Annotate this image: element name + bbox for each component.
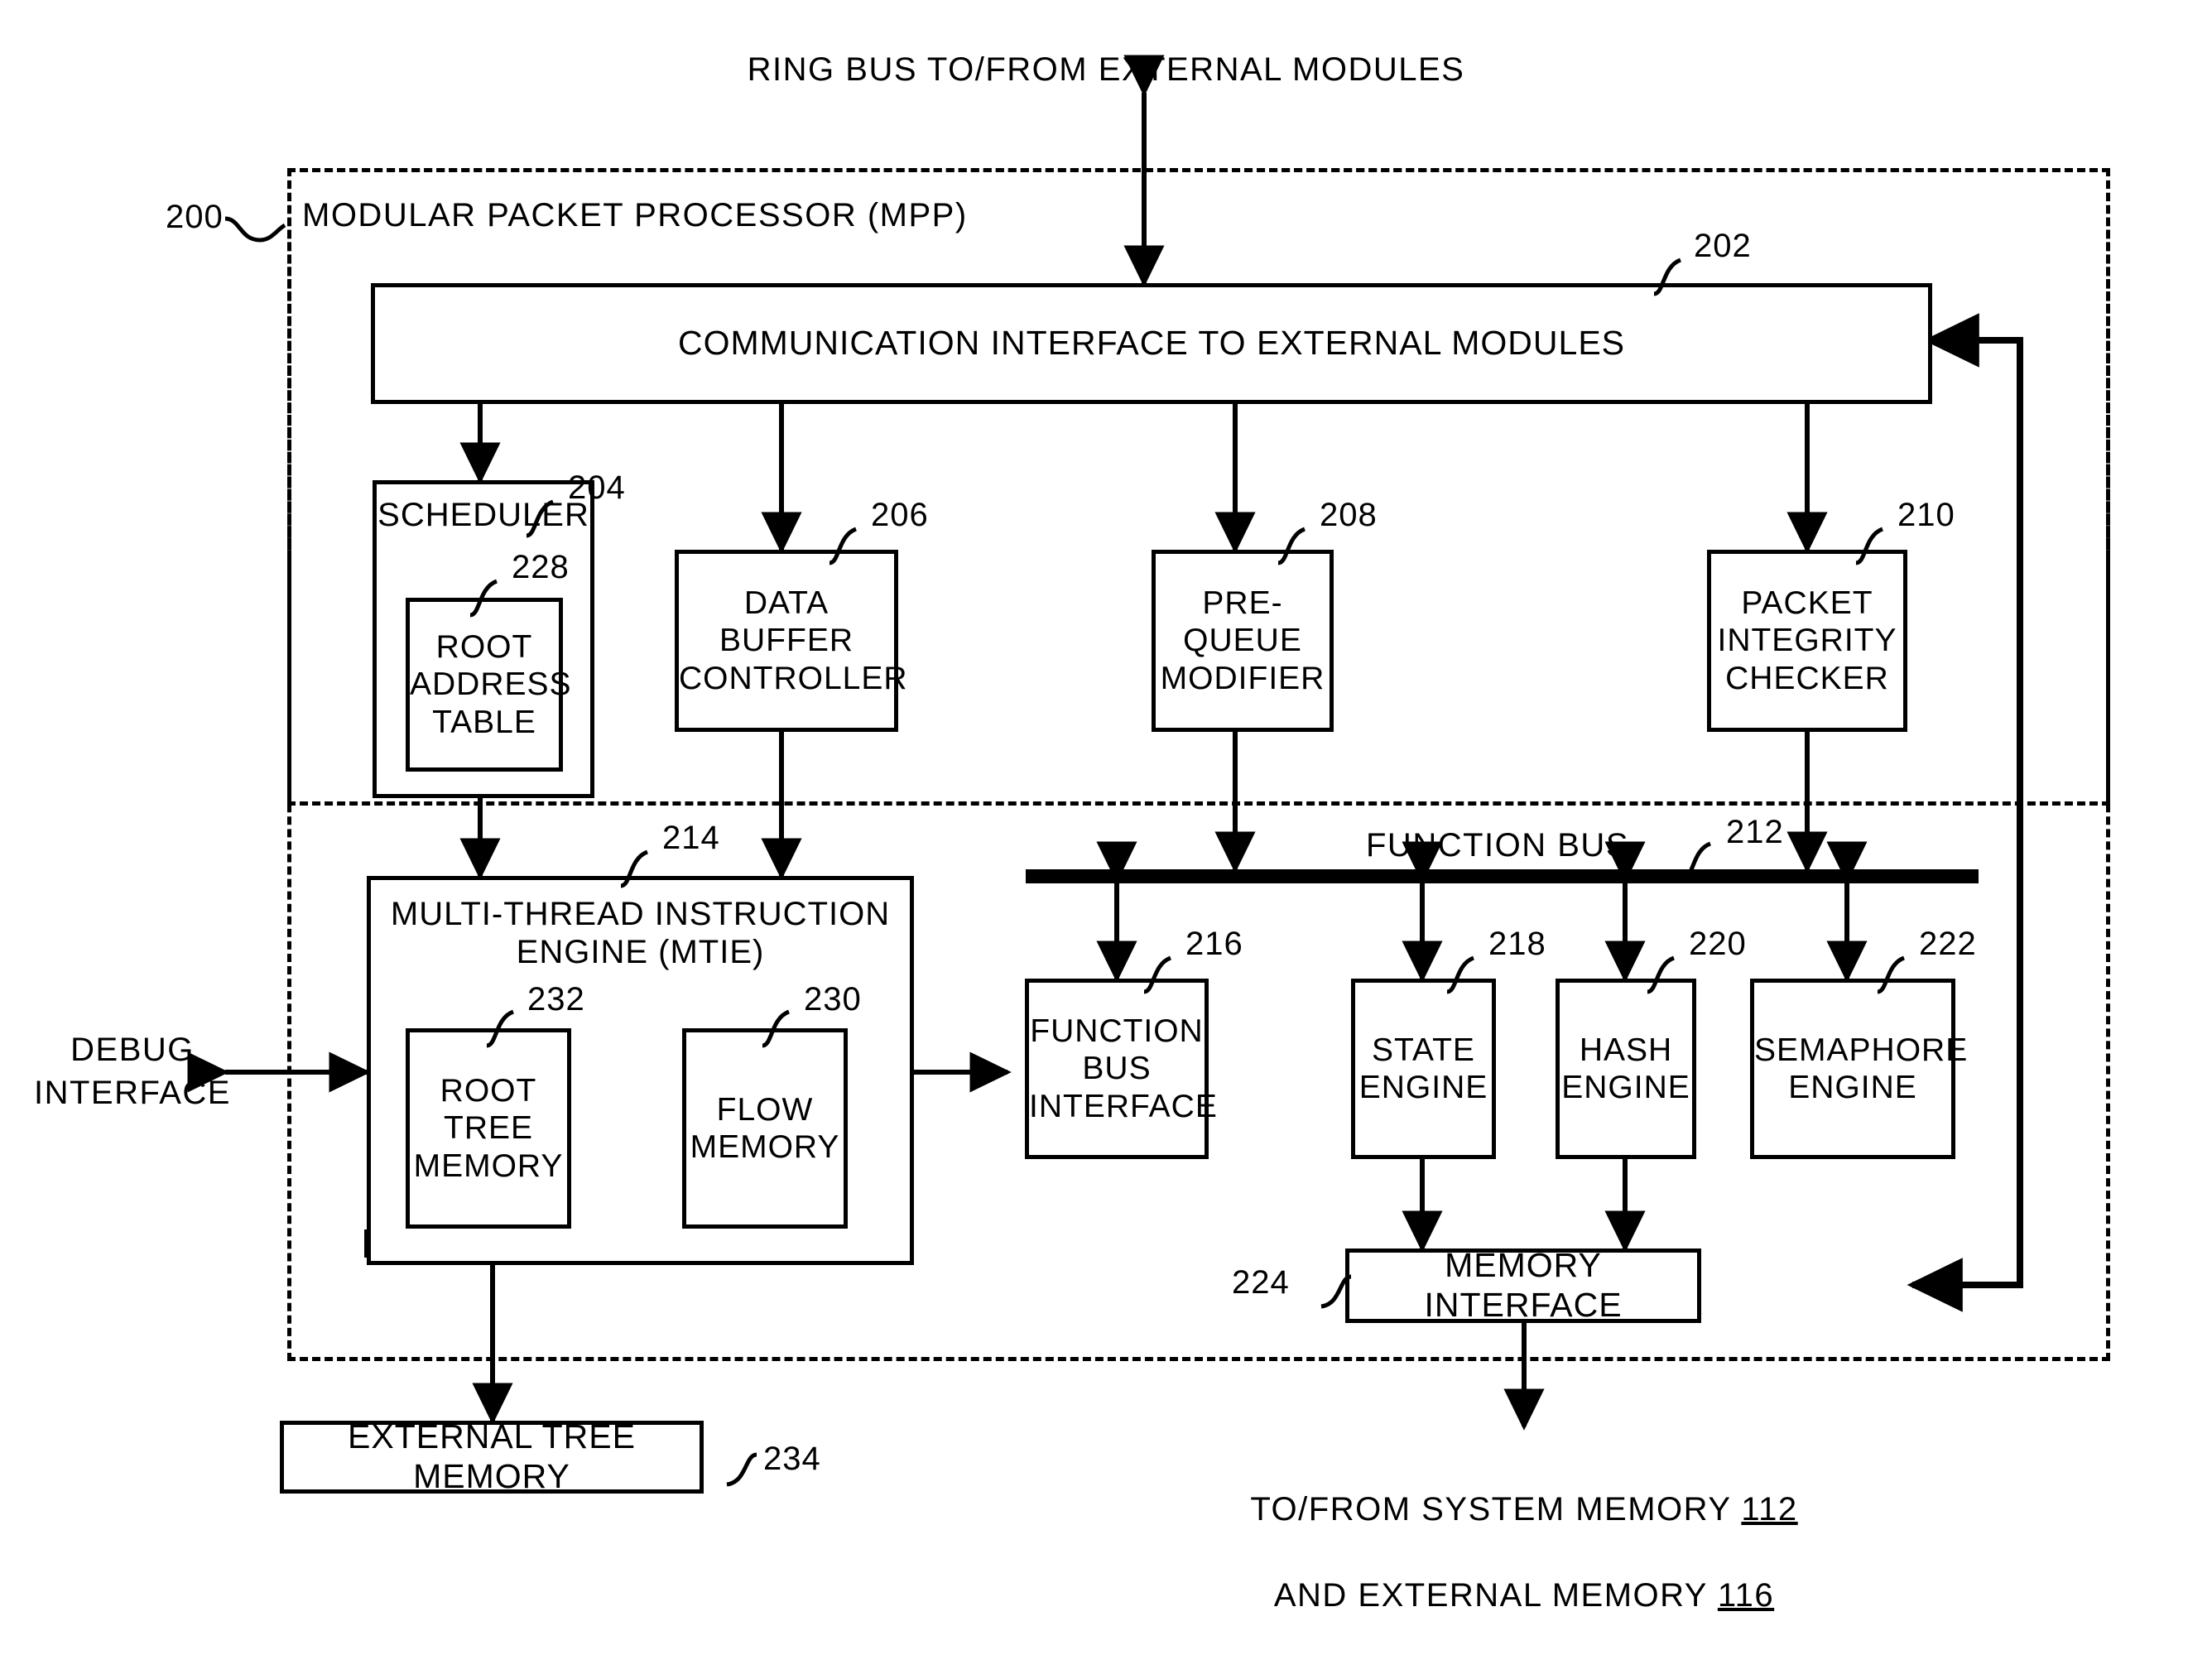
state-engine-label: STATE ENGINE — [1358, 1032, 1488, 1105]
comm-interface-label: COMMUNICATION INTERFACE TO EXTERNAL MODU… — [677, 324, 1626, 363]
leader-210 — [1855, 527, 1884, 565]
mtie-label: MULTI-THREAD INSTRUCTION ENGINE (MTIE) — [390, 896, 891, 971]
flow-memory-label: FLOW MEMORY — [690, 1091, 840, 1165]
flow-memory-block[interactable]: FLOW MEMORY — [682, 1028, 848, 1229]
leader-214 — [620, 849, 649, 888]
ref-224: 224 — [1232, 1264, 1290, 1301]
leader-204 — [526, 499, 555, 538]
external-tree-memory-block[interactable]: EXTERNAL TREE MEMORY — [280, 1417, 704, 1495]
data-buffer-controller-label: DATA BUFFER CONTROLLER — [679, 585, 908, 696]
packet-integrity-checker-label: PACKET INTEGRITY CHECKER — [1717, 585, 1897, 696]
debug-interface-label: DEBUG INTERFACE — [34, 1032, 231, 1111]
memory-note: TO/FROM SYSTEM MEMORY 112 AND EXTERNAL M… — [1167, 1445, 1881, 1617]
leader-212 — [1683, 841, 1712, 880]
memory-note-line1: TO/FROM SYSTEM MEMORY — [1250, 1491, 1742, 1528]
data-buffer-controller-block[interactable]: DATA BUFFER CONTROLLER — [675, 550, 908, 732]
hash-engine-label: HASH ENGINE — [1561, 1032, 1690, 1105]
connector-layer — [187, 55, 2023, 1431]
state-engine-block[interactable]: STATE ENGINE — [1351, 979, 1496, 1159]
figure-canvas: RING BUS TO/FROM EXTERNAL MODULES MODULA… — [0, 0, 2212, 1655]
external-tree-memory-label: EXTERNAL TREE MEMORY — [348, 1417, 636, 1495]
leader-202 — [1653, 257, 1682, 296]
leader-228 — [469, 579, 498, 618]
leader-222 — [1877, 955, 1906, 994]
pre-queue-modifier-label: PRE- QUEUE MODIFIER — [1160, 585, 1325, 696]
root-tree-memory-label: ROOT TREE MEMORY — [413, 1073, 564, 1184]
root-address-table-label: ROOT ADDRESS TABLE — [410, 629, 572, 740]
memory-note-num1: 112 — [1741, 1491, 1798, 1528]
leader-232 — [486, 1009, 515, 1048]
memory-interface-label: MEMORY INTERFACE — [1424, 1246, 1623, 1324]
packet-integrity-checker-block[interactable]: PACKET INTEGRITY CHECKER — [1707, 550, 1907, 732]
root-address-table-block[interactable]: ROOT ADDRESS TABLE — [406, 598, 572, 772]
memory-note-num2: 116 — [1717, 1577, 1775, 1614]
function-bus-interface-block[interactable]: FUNCTION BUS INTERFACE — [1025, 979, 1218, 1159]
ref-234: 234 — [763, 1441, 821, 1477]
leader-206 — [829, 527, 858, 565]
leader-200 — [224, 216, 286, 243]
comm-interface-block[interactable]: COMMUNICATION INTERFACE TO EXTERNAL MODU… — [371, 283, 1932, 404]
hash-engine-block[interactable]: HASH ENGINE — [1556, 979, 1696, 1159]
leader-208 — [1277, 527, 1306, 565]
leader-218 — [1446, 955, 1475, 994]
function-bus-interface-label: FUNCTION BUS INTERFACE — [1029, 1013, 1218, 1124]
pre-queue-modifier-block[interactable]: PRE- QUEUE MODIFIER — [1152, 550, 1334, 732]
memory-note-line2: AND EXTERNAL MEMORY — [1273, 1577, 1718, 1614]
function-bus-bar[interactable] — [1026, 869, 1979, 883]
root-tree-memory-block[interactable]: ROOT TREE MEMORY — [406, 1028, 571, 1229]
semaphore-engine-label: SEMAPHORE ENGINE — [1754, 1032, 1969, 1105]
leader-220 — [1647, 955, 1676, 994]
leader-234 — [726, 1452, 757, 1487]
leader-224 — [1320, 1274, 1352, 1309]
memory-interface-block[interactable]: MEMORY INTERFACE — [1345, 1246, 1701, 1324]
leader-230 — [762, 1009, 791, 1048]
leader-216 — [1143, 955, 1172, 994]
function-bus-label: FUNCTION BUS — [1366, 827, 1629, 864]
semaphore-engine-block[interactable]: SEMAPHORE ENGINE — [1750, 979, 1969, 1159]
